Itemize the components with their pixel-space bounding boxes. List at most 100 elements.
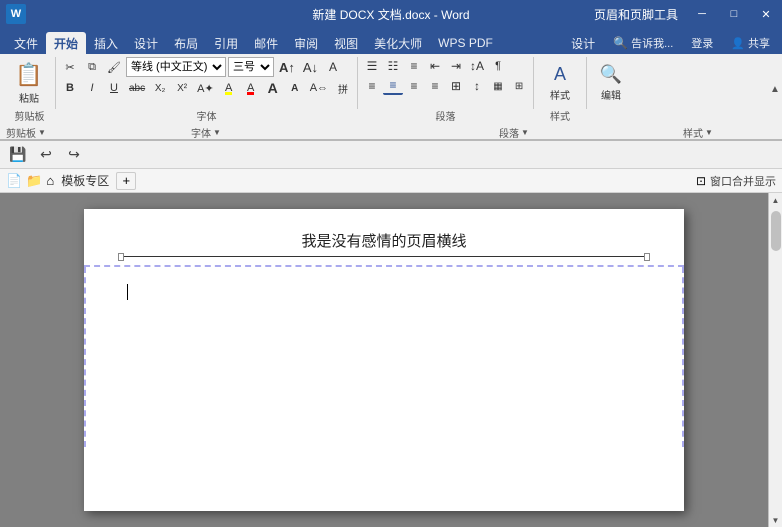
text-effect-button[interactable]: A✦ bbox=[194, 79, 217, 97]
copy-button[interactable]: ⧉ bbox=[82, 58, 102, 76]
edit-icon: 🔍 bbox=[600, 64, 622, 85]
list-bullet-button[interactable]: ☰ bbox=[362, 57, 382, 75]
header-handle-left[interactable] bbox=[118, 253, 124, 261]
group-labels-row: 剪贴板 ▼ 字体 ▼ 段落 ▼ 样式 ▼ bbox=[0, 125, 782, 141]
pinyin-button[interactable]: 拼 bbox=[333, 79, 353, 97]
paragraph-expand-icon[interactable]: ▼ bbox=[521, 128, 529, 137]
list-multi-button[interactable]: ≡ bbox=[404, 57, 424, 75]
borders-button[interactable]: ⊞ bbox=[509, 77, 529, 95]
restore-button[interactable]: □ bbox=[718, 0, 750, 28]
subscript-button[interactable]: X₂ bbox=[150, 79, 170, 97]
scroll-up-button[interactable]: ▲ bbox=[769, 193, 782, 207]
ribbon-tabs-row: 文件 开始 插入 设计 布局 引用 邮件 审阅 视图 美化大师 WPS PDF … bbox=[0, 28, 782, 54]
app-window: W 新建 DOCX 文档.docx - Word 页眉和页脚工具 ─ □ ✕ 文… bbox=[0, 0, 782, 527]
style-button[interactable]: A 样式 bbox=[538, 57, 582, 109]
tab-home[interactable]: 开始 bbox=[46, 32, 86, 54]
path-template-link[interactable]: 模板专区 bbox=[58, 172, 112, 189]
align-left-button[interactable]: ≡ bbox=[362, 77, 382, 95]
align-justify-button[interactable]: ≡ bbox=[425, 77, 445, 95]
columns-button[interactable]: ⊞ bbox=[446, 77, 466, 95]
cut-button[interactable]: ✂ bbox=[60, 58, 80, 76]
minimize-button[interactable]: ─ bbox=[686, 0, 718, 28]
bold-button[interactable]: B bbox=[60, 79, 80, 97]
shading-button[interactable]: ▦ bbox=[488, 77, 508, 95]
font-size-large-button[interactable]: A bbox=[263, 79, 283, 97]
italic-button[interactable]: I bbox=[82, 79, 102, 97]
tab-references[interactable]: 引用 bbox=[206, 32, 246, 54]
decrease-font-button[interactable]: A↓ bbox=[300, 58, 321, 76]
edit-group: 🔍 编辑 bbox=[587, 57, 635, 109]
font-name-select[interactable]: 等线 (中文正文) bbox=[126, 57, 226, 77]
path-home-icon: ⌂ bbox=[46, 173, 54, 188]
paste-icon: 📋 bbox=[15, 62, 42, 88]
style-expand-icon[interactable]: ▼ bbox=[705, 128, 713, 137]
indent-decrease-button[interactable]: ⇤ bbox=[425, 57, 445, 75]
tab-insert[interactable]: 插入 bbox=[86, 32, 126, 54]
style-icon: A bbox=[554, 64, 566, 85]
paste-label: 粘贴 bbox=[19, 90, 39, 105]
scrollbar-thumb[interactable] bbox=[771, 211, 781, 251]
strikethrough-button[interactable]: abc bbox=[126, 79, 148, 97]
text-cursor bbox=[127, 284, 128, 300]
login-button[interactable]: 登录 bbox=[683, 32, 721, 54]
tab-view[interactable]: 视图 bbox=[326, 32, 366, 54]
list-number-button[interactable]: ☷ bbox=[383, 57, 403, 75]
tab-beautify[interactable]: 美化大师 bbox=[366, 32, 430, 54]
add-tab-button[interactable]: + bbox=[116, 172, 136, 190]
paragraph-group: ☰ ☷ ≡ ⇤ ⇥ ↕A ¶ ≡ ≡ ≡ ≡ ⊞ ↕ ▦ ⊞ 段落 bbox=[358, 57, 534, 109]
superscript-button[interactable]: X² bbox=[172, 79, 192, 97]
page-tools-label: 页眉和页脚工具 bbox=[594, 6, 686, 23]
format-painter-button[interactable]: 🖌 bbox=[104, 58, 124, 76]
clipboard-expand-icon[interactable]: ▼ bbox=[38, 128, 46, 137]
paste-button[interactable]: 📋 粘贴 bbox=[8, 57, 50, 109]
line-spacing-button[interactable]: ↕ bbox=[467, 77, 487, 95]
font-color-button[interactable]: A bbox=[241, 79, 261, 97]
search-button[interactable]: 🔍 告诉我... bbox=[605, 32, 681, 54]
save-button[interactable]: 💾 bbox=[6, 143, 30, 167]
tab-file[interactable]: 文件 bbox=[6, 32, 46, 54]
header-handle-right[interactable] bbox=[644, 253, 650, 261]
para-row1: ☰ ☷ ≡ ⇤ ⇥ ↕A ¶ bbox=[362, 57, 508, 75]
path-folder-icon: 📁 bbox=[26, 173, 42, 189]
align-center-button[interactable]: ≡ bbox=[383, 77, 403, 95]
char-spacing-button[interactable]: A⇔ bbox=[307, 79, 331, 97]
document-page[interactable]: 我是没有感情的页眉横线 bbox=[84, 209, 684, 511]
tab-review[interactable]: 审阅 bbox=[286, 32, 326, 54]
window-icon: ⊡ bbox=[696, 174, 706, 188]
document-canvas: 我是没有感情的页眉横线 bbox=[0, 193, 768, 527]
clipboard-label: 剪贴板 bbox=[4, 108, 55, 123]
tab-mailings[interactable]: 邮件 bbox=[246, 32, 286, 54]
increase-font-button[interactable]: A↑ bbox=[276, 58, 298, 76]
edit-button[interactable]: 🔍 编辑 bbox=[591, 57, 631, 109]
sort-button[interactable]: ↕A bbox=[467, 57, 487, 75]
document-title: 新建 DOCX 文档.docx - Word bbox=[312, 6, 469, 23]
indent-increase-button[interactable]: ⇥ bbox=[446, 57, 466, 75]
search-icon: 🔍 bbox=[613, 36, 628, 50]
font-size-select[interactable]: 三号 bbox=[228, 57, 274, 77]
tab-wpspdf[interactable]: WPS PDF bbox=[430, 32, 501, 54]
title-bar: W 新建 DOCX 文档.docx - Word 页眉和页脚工具 ─ □ ✕ bbox=[0, 0, 782, 28]
font-group-label: 字体 bbox=[56, 108, 357, 123]
scroll-down-button[interactable]: ▼ bbox=[769, 513, 782, 527]
highlight-button[interactable]: A bbox=[219, 79, 239, 97]
undo-button[interactable]: ↩ bbox=[34, 143, 58, 167]
path-file-icon: 📄 bbox=[6, 173, 22, 189]
close-button[interactable]: ✕ bbox=[750, 0, 782, 28]
font-expand-icon[interactable]: ▼ bbox=[213, 128, 221, 137]
right-tabs-group: 设计 🔍 告诉我... 登录 👤 共享 bbox=[563, 32, 778, 54]
show-marks-button[interactable]: ¶ bbox=[488, 57, 508, 75]
paragraph-group-label: 段落 bbox=[358, 108, 533, 123]
redo-button[interactable]: ↪ bbox=[62, 143, 86, 167]
clear-format-button[interactable]: A bbox=[323, 58, 343, 76]
tab-page-design[interactable]: 设计 bbox=[563, 32, 603, 54]
share-button[interactable]: 👤 共享 bbox=[723, 32, 778, 54]
ribbon-collapse-button[interactable]: ▲ bbox=[768, 54, 782, 125]
tab-layout[interactable]: 布局 bbox=[166, 32, 206, 54]
document-body[interactable] bbox=[84, 267, 684, 447]
underline-button[interactable]: U bbox=[104, 79, 124, 97]
tab-design[interactable]: 设计 bbox=[126, 32, 166, 54]
header-underline bbox=[122, 256, 646, 257]
align-right-button[interactable]: ≡ bbox=[404, 77, 424, 95]
user-icon: 👤 bbox=[731, 37, 745, 50]
font-size-small-button[interactable]: A bbox=[285, 79, 305, 97]
